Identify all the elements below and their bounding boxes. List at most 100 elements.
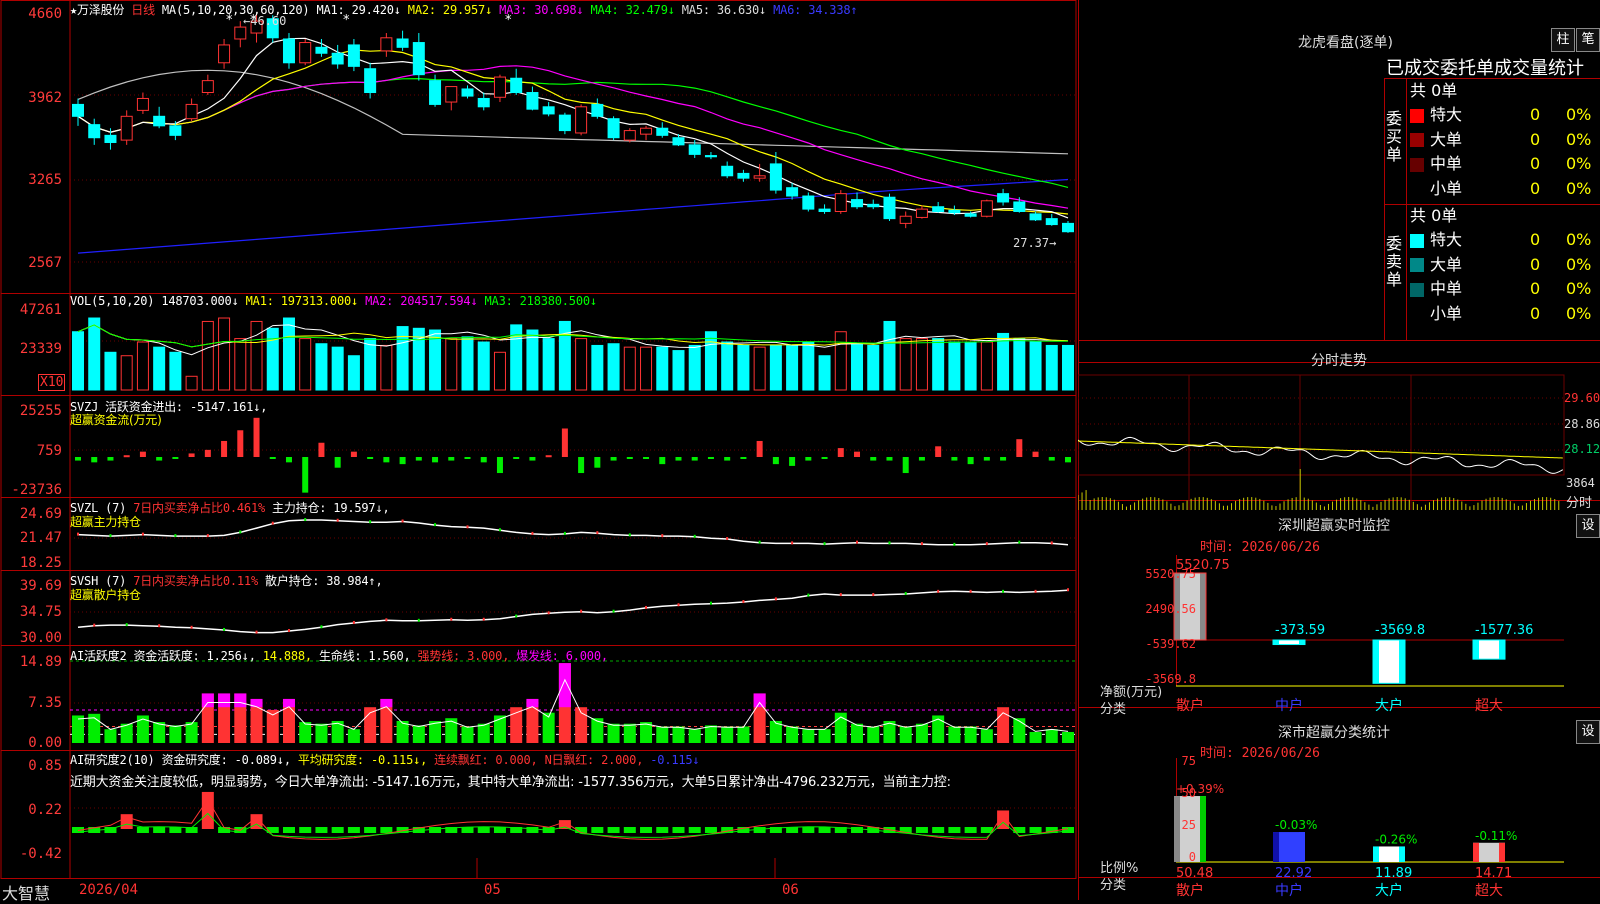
buy-row-value: 0: [1530, 154, 1541, 173]
research-bar-green: [477, 827, 490, 833]
period-label[interactable]: 日线: [131, 3, 155, 17]
retail-tick: [125, 623, 128, 627]
fund-flow-bar: [983, 457, 990, 461]
candle-body: [964, 213, 977, 217]
main-force-tick: [661, 534, 664, 538]
fund-flow-bar: [334, 457, 341, 468]
candle-body: [88, 124, 101, 139]
research-bar-green: [948, 827, 961, 833]
buy-row-value: 0: [1530, 105, 1541, 124]
candle-body: [899, 215, 912, 224]
activity-bar: [623, 723, 636, 743]
volume-bar: [1013, 338, 1026, 391]
stock-name[interactable]: ★万泽股份: [70, 3, 124, 17]
candle-body: [997, 193, 1010, 203]
candle-body: [104, 134, 117, 143]
class-bar-2: [1373, 846, 1405, 862]
retail-tick: [677, 603, 680, 607]
retail-tick: [287, 629, 290, 633]
retail-tick: [255, 630, 258, 634]
fund-flow-bar: [789, 457, 796, 466]
sell-row: 大单 0 0%: [1410, 253, 1600, 277]
tick-mode-button[interactable]: 笔: [1576, 28, 1600, 52]
fund-flow-bar: [1016, 439, 1023, 457]
main-force-tick: [823, 542, 826, 546]
sell-row-percent: 0%: [1566, 254, 1592, 274]
ai-research-n: N日飘红: 2.000,: [544, 753, 644, 767]
ma5-value: MA5: 36.630↓: [681, 3, 767, 17]
volume-bar: [315, 343, 328, 391]
volume-bar: [558, 320, 571, 391]
candle-body: [429, 80, 442, 105]
sz-class-tick-4: 0: [1188, 850, 1196, 864]
main-force-tick: [498, 528, 501, 532]
sell-row-value: 0: [1530, 279, 1541, 298]
fund-flow-bar: [659, 457, 666, 465]
fund-flow-bar: [870, 457, 877, 461]
research-bar-green: [429, 827, 442, 833]
volume-bar: [786, 344, 799, 391]
candle-body: [948, 209, 961, 214]
fund-flow-bar: [1048, 457, 1055, 461]
volume-bar: [704, 331, 717, 391]
research-bar-green: [802, 827, 815, 833]
activity-bar: [477, 723, 490, 743]
vol-scale-badge[interactable]: X10: [38, 374, 66, 391]
fund-flow-bar: [740, 457, 747, 459]
fund-flow-bar: [75, 457, 81, 461]
candle-body: [769, 163, 782, 191]
price-tick-2: 3962: [28, 90, 62, 106]
monitor-bar-left: [1273, 640, 1279, 645]
activity-bar: [347, 729, 360, 743]
high-marker: ←46.60: [243, 14, 287, 28]
ma1-value: MA1: 29.420↓: [316, 3, 401, 17]
fund-flow-bar: [918, 457, 925, 461]
bar-mode-button[interactable]: 柱: [1551, 28, 1575, 52]
class-change-2: -0.26%: [1375, 832, 1417, 846]
sz-monitor-settings-button[interactable]: 设: [1576, 514, 1600, 538]
buy-side-label: 委买单: [1386, 109, 1403, 164]
sell-row-name: 特大: [1430, 230, 1463, 249]
volume-bar: [234, 338, 247, 391]
monitor-bar-2: [1372, 639, 1406, 684]
svzl-ratio: 7日内买卖净占比0.461%: [133, 501, 266, 515]
ai-activity-life: 生命线: 1.560,: [318, 649, 411, 663]
ma5-line: [77, 37, 1069, 219]
ai-research-tick-3: -0.42: [19, 846, 62, 862]
activity-bar: [656, 726, 669, 743]
candle-body: [737, 172, 750, 179]
sz-monitor-title: 深圳超赢实时监控: [1278, 518, 1390, 534]
volume-bar: [769, 344, 782, 391]
main-force-tick: [888, 541, 891, 545]
minute-title[interactable]: 分时走势: [1078, 350, 1600, 370]
research-bar-green: [818, 827, 831, 833]
candle-body: [640, 127, 653, 135]
vol-value: 148703.000↓: [161, 294, 239, 308]
candle-body: [883, 196, 896, 220]
sz-class-xlabel: 分类: [1100, 878, 1127, 893]
candle-body: [331, 52, 344, 65]
svzj-sub: 超赢资金流(万元): [70, 413, 162, 427]
research-bar-green: [169, 827, 182, 833]
volume-bar: [380, 344, 393, 391]
main-force-tick: [920, 542, 923, 546]
sz-class-settings-button[interactable]: 设: [1576, 720, 1600, 744]
main-force-tick: [758, 540, 761, 544]
svzj-tick-3: -23736: [11, 482, 62, 498]
class-category-3: 超大: [1475, 883, 1503, 899]
candle-body: [1062, 222, 1074, 233]
volume-bar: [997, 332, 1010, 391]
vol-header: VOL(5,10,20) 148703.000↓ MA1: 197313.000…: [70, 294, 597, 308]
volume-bar: [201, 320, 214, 391]
volume-bar: [461, 336, 474, 391]
fund-flow-bar: [1065, 457, 1071, 463]
price-tick-1: 4660: [28, 6, 62, 22]
buy-row-percent: 0%: [1566, 178, 1592, 198]
fund-flow-bar: [545, 455, 552, 458]
price-tick-3: 3265: [28, 172, 62, 188]
candle-body: [575, 106, 588, 134]
candle-body: [932, 206, 945, 212]
fund-flow-bar: [302, 457, 309, 493]
fund-flow-bar: [383, 457, 390, 463]
date-may: 05: [484, 882, 501, 898]
